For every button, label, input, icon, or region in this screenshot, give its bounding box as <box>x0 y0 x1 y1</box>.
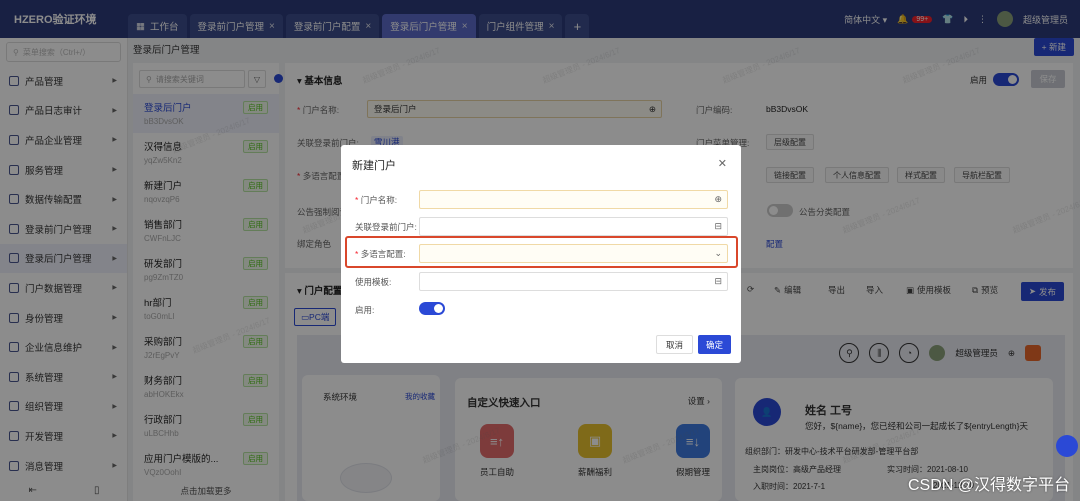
close-icon[interactable]: ✕ <box>718 157 727 170</box>
annotation-highlight-box <box>345 236 738 268</box>
modal-portal-name-label: * 门户名称: <box>355 195 398 205</box>
lookup-icon[interactable]: ⊟ <box>714 276 722 287</box>
modal-template-label: 使用模板: <box>355 277 392 287</box>
globe-icon[interactable]: ⊕ <box>714 194 722 205</box>
modal-enable-toggle[interactable] <box>419 302 445 315</box>
lookup-icon[interactable]: ⊟ <box>714 221 722 232</box>
ok-button[interactable]: 确定 <box>698 335 731 354</box>
modal-title: 新建门户 <box>352 160 396 172</box>
modal-enable-label: 启用: <box>355 305 375 315</box>
help-button[interactable] <box>1056 435 1078 457</box>
modal-related-select[interactable]: ⊟ <box>419 217 728 236</box>
modal-portal-name-input[interactable]: ⊕ <box>419 190 728 209</box>
cancel-button[interactable]: 取消 <box>656 335 693 354</box>
csdn-watermark: CSDN @汉得数字平台 <box>907 477 1070 494</box>
modal-template-select[interactable]: ⊟ <box>419 272 728 291</box>
modal-related-label: 关联登录前门户: <box>355 222 417 232</box>
